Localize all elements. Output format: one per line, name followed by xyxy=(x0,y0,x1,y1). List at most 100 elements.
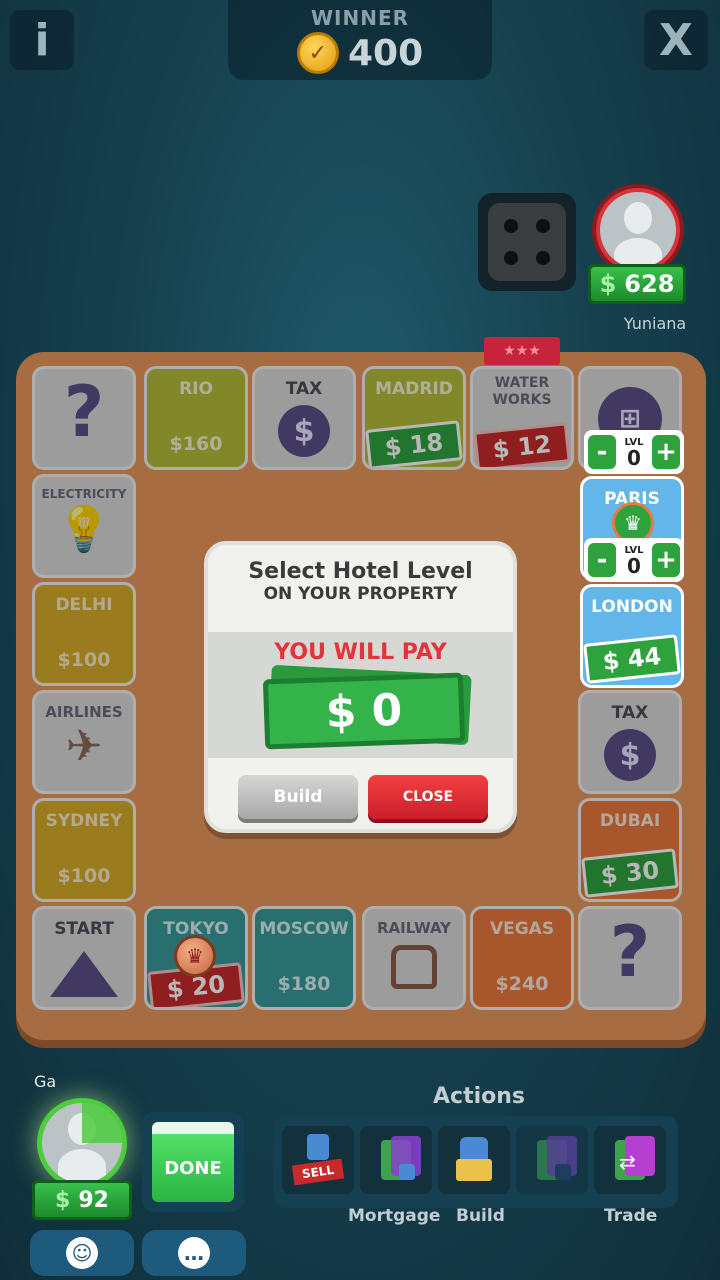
tile-electricity[interactable]: ELECTRICITY 💡 xyxy=(32,474,136,578)
winner-label: WINNER xyxy=(310,6,410,30)
tile-price: $180 xyxy=(277,973,331,995)
avatar xyxy=(600,192,676,268)
level-decrease-button[interactable]: - xyxy=(588,435,616,469)
build-action-button[interactable] xyxy=(438,1126,510,1194)
property-card-icon xyxy=(381,1136,421,1180)
level-control-london: - LVL 0 + xyxy=(584,538,684,582)
close-icon: X xyxy=(659,14,693,66)
crown-icon: ♛ xyxy=(186,944,204,968)
dice-pip xyxy=(536,219,550,233)
level-control-paris: - LVL 0 + xyxy=(584,430,684,474)
tile-name: DUBAI xyxy=(599,811,661,831)
hotel-stars-flag: ★★★ xyxy=(484,337,560,365)
opponent-name: Yuniana xyxy=(623,314,687,333)
chat-icon: … xyxy=(178,1237,210,1269)
chat-button[interactable]: … xyxy=(142,1230,246,1276)
tile-name: MADRID xyxy=(375,379,453,399)
info-icon: i xyxy=(34,14,50,66)
dollar-icon: $ xyxy=(604,729,656,781)
tile-london[interactable]: LONDON $ 44 xyxy=(580,584,684,688)
mortgage-label: Mortgage xyxy=(348,1206,441,1226)
tile-start[interactable]: START xyxy=(32,906,136,1010)
tile-name: ELECTRICITY xyxy=(41,487,127,501)
dollar-icon: $ xyxy=(55,1187,71,1213)
tile-name: VEGAS xyxy=(489,919,555,939)
done-button[interactable]: DONE xyxy=(152,1122,234,1202)
opponent-money-value: 628 xyxy=(624,270,675,298)
close-game-button[interactable]: X xyxy=(644,10,708,70)
crown-icon: ♛ xyxy=(624,511,642,535)
build-label: Build xyxy=(456,1206,505,1226)
mortgage-button[interactable] xyxy=(360,1126,432,1194)
hotel-level-dialog: Select Hotel Level ON YOUR PROPERTY YOU … xyxy=(204,541,517,833)
level-decrease-button[interactable]: - xyxy=(588,543,616,577)
tile-price: $160 xyxy=(169,433,223,455)
tile-name: SYDNEY xyxy=(45,811,123,831)
tile-delhi[interactable]: DELHI $100 xyxy=(32,582,136,686)
house-icon xyxy=(307,1134,329,1160)
tile-vegas[interactable]: VEGAS $240 xyxy=(470,906,574,1010)
tile-water-works[interactable]: WATER WORKS $ 12 xyxy=(470,366,574,470)
tile-name: TAX xyxy=(285,379,323,399)
tile-name: START xyxy=(54,919,114,939)
dollar-icon: $ xyxy=(599,270,617,298)
winner-amount: 400 xyxy=(347,32,424,74)
tile-name: WATER WORKS xyxy=(492,375,552,408)
tile-railway[interactable]: RAILWAY xyxy=(362,906,466,1010)
tile-sydney[interactable]: SYDNEY $100 xyxy=(32,798,136,902)
player-name: Ga xyxy=(34,1072,57,1091)
level-increase-button[interactable]: + xyxy=(651,543,680,577)
rent-ticket: $ 18 xyxy=(365,420,463,467)
tile-moscow[interactable]: MOSCOW $180 xyxy=(252,906,356,1010)
tile-tax-right[interactable]: TAX $ xyxy=(578,690,682,794)
tile-rio[interactable]: RIO $160 xyxy=(144,366,248,470)
trade-button[interactable]: ⇄ xyxy=(594,1126,666,1194)
player-token: ♛ xyxy=(174,935,216,977)
dialog-subtitle: ON YOUR PROPERTY xyxy=(263,584,458,604)
player-avatar[interactable] xyxy=(37,1098,127,1188)
opponent-avatar[interactable] xyxy=(592,184,684,276)
trade-icon: ⇄ xyxy=(615,1136,655,1180)
close-dialog-button[interactable]: CLOSE xyxy=(368,775,488,819)
tile-chance-bottom[interactable]: ? xyxy=(578,906,682,1010)
lock-icon xyxy=(399,1164,415,1180)
done-panel: DONE xyxy=(142,1112,244,1212)
emoji-button[interactable]: ☺ xyxy=(30,1230,134,1276)
tile-name: TAX xyxy=(611,703,649,723)
dialog-title: Select Hotel Level xyxy=(248,559,473,584)
sell-button[interactable]: SELL xyxy=(282,1126,354,1194)
airplane-icon: ✈ xyxy=(65,721,103,772)
property-card-icon xyxy=(537,1136,577,1180)
house-icon xyxy=(454,1137,494,1183)
info-button[interactable]: i xyxy=(10,10,74,70)
build-button[interactable]: Build xyxy=(238,775,358,819)
dice-face xyxy=(488,203,566,281)
tile-name: DELHI xyxy=(55,595,113,615)
opponent-money: $ 628 xyxy=(588,264,686,304)
level-increase-button[interactable]: + xyxy=(651,435,680,469)
dice xyxy=(478,193,576,291)
train-icon xyxy=(391,945,437,989)
tile-price: $100 xyxy=(57,649,111,671)
rent-ticket: $ 30 xyxy=(581,848,679,898)
tile-name: RIO xyxy=(179,379,213,399)
winner-panel: WINNER ✓ 400 xyxy=(228,0,492,80)
tile-airlines[interactable]: AIRLINES ✈ xyxy=(32,690,136,794)
rent-ticket: $ 12 xyxy=(473,422,571,467)
tile-dubai[interactable]: DUBAI $ 30 xyxy=(578,798,682,902)
question-icon: ? xyxy=(63,371,105,453)
sell-label: SELL xyxy=(291,1158,345,1186)
turn-timer xyxy=(82,1103,122,1143)
actions-panel: SELL ⇄ xyxy=(274,1116,678,1208)
rent-ticket: $ 44 xyxy=(583,634,681,684)
level-value: 0 xyxy=(627,445,641,470)
pay-label: YOU WILL PAY xyxy=(274,640,447,665)
tile-tax-top[interactable]: TAX $ xyxy=(252,366,356,470)
tile-chance-top[interactable]: ? xyxy=(32,366,136,470)
unmortgage-button[interactable] xyxy=(516,1126,588,1194)
avatar xyxy=(42,1103,122,1183)
tile-name: AIRLINES xyxy=(45,703,123,721)
payment-panel: YOU WILL PAY $ 0 xyxy=(208,632,513,758)
player-money: $ 92 xyxy=(32,1180,132,1220)
tile-madrid[interactable]: MADRID $ 18 xyxy=(362,366,466,470)
